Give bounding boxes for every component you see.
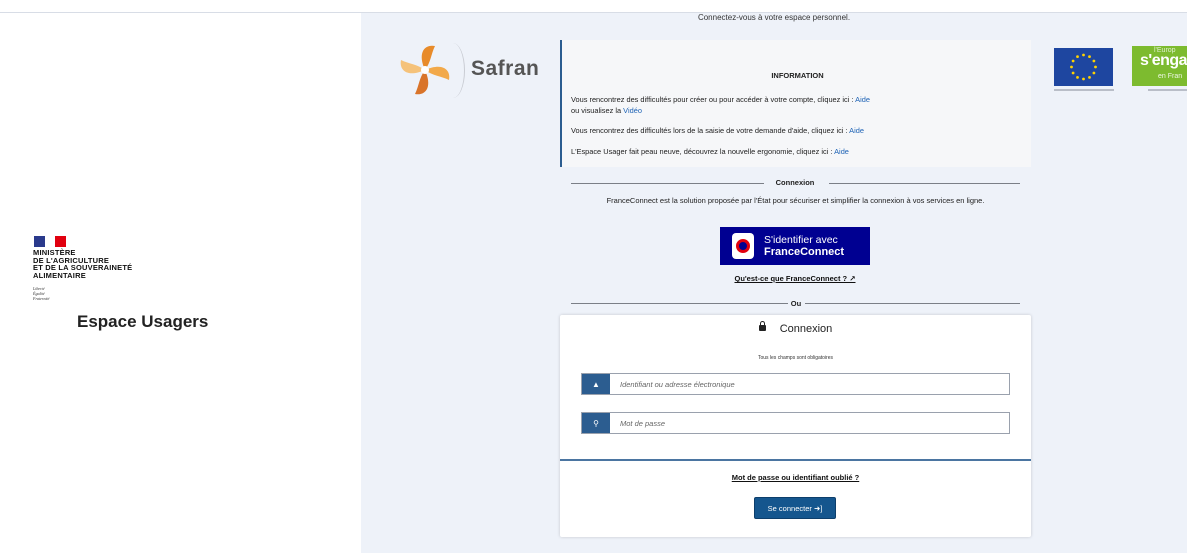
video-link[interactable]: Vidéo: [623, 106, 642, 115]
safran-brand-name: Safran: [471, 57, 540, 80]
separator-right: [829, 183, 1020, 184]
ministry-panel: [0, 13, 361, 553]
required-fields-note: Tous les champs sont obligatoires: [757, 355, 834, 361]
franceconnect-section-label: Connexion: [775, 178, 815, 187]
or-separator-left: [571, 303, 788, 304]
welcome-message: Connectez-vous à votre espace personnel.: [697, 13, 851, 22]
info-ergonomics-help: L'Espace Usager fait peau neuve, découvr…: [571, 147, 849, 156]
or-separator-right: [805, 303, 1020, 304]
ministry-name: MINISTÈRE DE L'AGRICULTURE ET DE LA SOUV…: [33, 248, 133, 280]
password-field: ⚲: [581, 412, 1010, 434]
info-account-help: Vous rencontrez des difficultés pour cré…: [571, 95, 870, 104]
username-input[interactable]: [610, 374, 1009, 394]
username-field: ▲: [581, 373, 1010, 395]
key-icon: ⚲: [582, 413, 610, 433]
europe-engage-logo: l'Europ s'engage en Fran: [1132, 46, 1187, 86]
login-title: Connexion: [560, 321, 1031, 335]
login-submit-button[interactable]: Se connecter ➜]: [754, 497, 836, 519]
engage-caption: [1148, 89, 1187, 91]
safran-logo-arc: [441, 43, 465, 98]
franceconnect-icon: [732, 233, 754, 259]
republic-motto: Liberté Égalité Fraternité: [33, 286, 50, 301]
forgot-password-link[interactable]: Mot de passe ou identifiant oublié ?: [560, 473, 1031, 482]
information-title: INFORMATION: [771, 71, 824, 80]
ergonomics-help-link[interactable]: Aide: [834, 147, 849, 156]
franceconnect-button-line1: S'identifier avec: [764, 234, 838, 246]
or-label: Ou: [790, 299, 802, 308]
eu-caption: [1054, 89, 1114, 91]
marianne-flag-icon: [34, 236, 67, 247]
page-title: Espace Usagers: [77, 312, 209, 331]
information-box: INFORMATION Vous rencontrez des difficul…: [560, 40, 1031, 167]
user-icon: ▲: [582, 374, 610, 394]
franceconnect-button-line2: FranceConnect: [764, 246, 845, 258]
password-input[interactable]: [610, 413, 1009, 433]
separator-left: [571, 183, 764, 184]
card-divider: [560, 459, 1031, 461]
info-video: ou visualisez la Vidéo: [571, 106, 642, 115]
lock-icon: [758, 321, 766, 331]
info-application-help: Vous rencontrez des difficultés lors de …: [571, 126, 864, 135]
account-help-link[interactable]: Aide: [855, 95, 870, 104]
application-help-link[interactable]: Aide: [849, 126, 864, 135]
what-is-franceconnect-link[interactable]: Qu'est-ce que FranceConnect ? ↗: [720, 274, 870, 283]
franceconnect-button[interactable]: S'identifier avec FranceConnect: [720, 227, 870, 265]
login-card: Connexion Tous les champs sont obligatoi…: [560, 315, 1031, 537]
franceconnect-description: FranceConnect est la solution proposée p…: [606, 196, 985, 205]
eu-flag-icon: [1054, 48, 1113, 86]
